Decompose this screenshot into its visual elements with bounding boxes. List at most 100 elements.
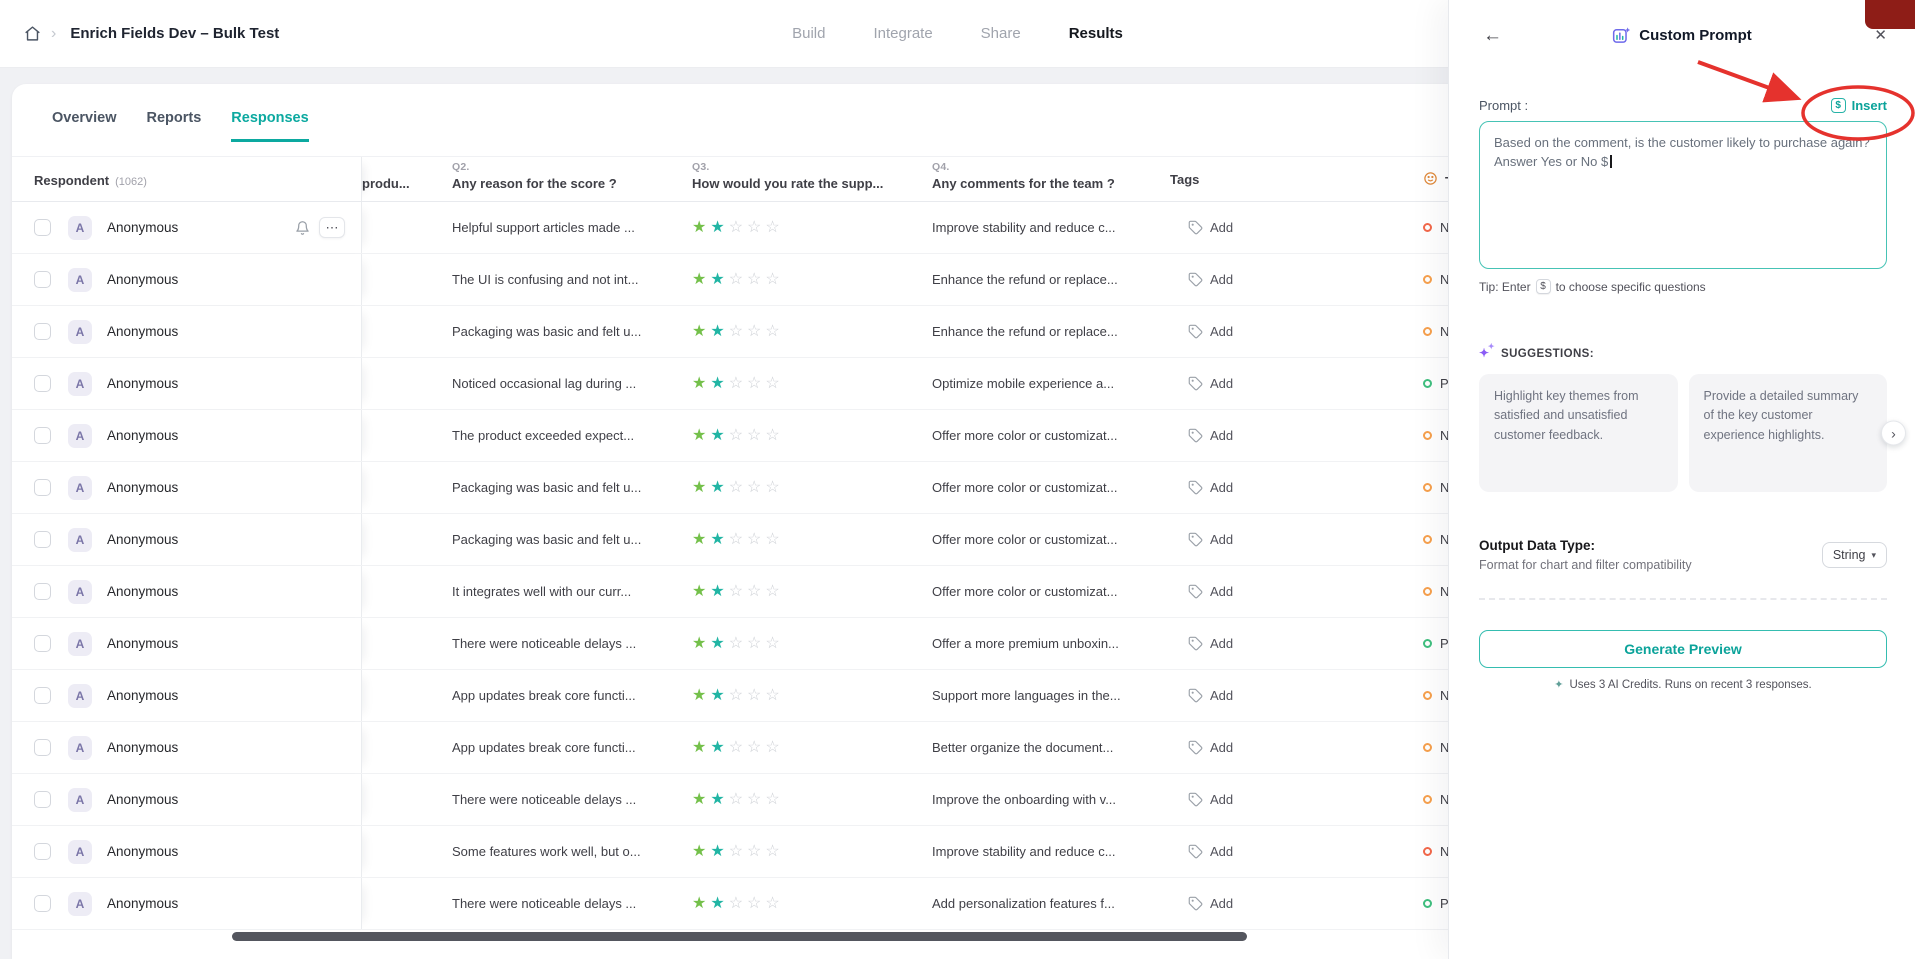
- row-checkbox[interactable]: [34, 531, 51, 548]
- table-row[interactable]: A Anonymous ⋯ There were noticeable dela…: [12, 618, 1675, 670]
- respondent-cell: A Anonymous ⋯: [12, 774, 362, 825]
- tags-cell: Add: [1170, 358, 1423, 409]
- q2-cell: App updates break core functi...: [452, 722, 692, 773]
- row-checkbox[interactable]: [34, 219, 51, 236]
- star-rating: ★★☆☆☆: [692, 272, 780, 288]
- row-checkbox[interactable]: [34, 479, 51, 496]
- insert-button[interactable]: $ Insert: [1831, 98, 1887, 113]
- q4-answer: Optimize mobile experience a...: [932, 376, 1170, 391]
- row-checkbox[interactable]: [34, 739, 51, 756]
- star-filled-icon: ★: [692, 220, 706, 236]
- row-checkbox[interactable]: [34, 843, 51, 860]
- back-arrow-icon[interactable]: ←: [1483, 26, 1502, 45]
- q3-cell: ★★☆☆☆: [692, 358, 932, 409]
- table-row[interactable]: A Anonymous ⋯ There were noticeable dela…: [12, 774, 1675, 826]
- nav-results[interactable]: Results: [1069, 25, 1123, 42]
- tab-responses[interactable]: Responses: [231, 110, 308, 142]
- more-options-button[interactable]: ⋯: [319, 217, 345, 238]
- add-tag-button[interactable]: Add: [1188, 324, 1233, 339]
- row-checkbox[interactable]: [34, 427, 51, 444]
- suggestion-card-1[interactable]: Highlight key themes from satisfied and …: [1479, 374, 1678, 492]
- star-empty-icon: ☆: [765, 428, 779, 444]
- sentiment-dot: [1423, 483, 1432, 492]
- column-header-q1-partial[interactable]: produ...: [362, 161, 452, 201]
- add-tag-button[interactable]: Add: [1188, 740, 1233, 755]
- add-tag-button[interactable]: Add: [1188, 480, 1233, 495]
- prompt-text: Based on the comment, is the customer li…: [1494, 135, 1870, 169]
- table-row[interactable]: A Anonymous ⋯ The UI is confusing and no…: [12, 254, 1675, 306]
- add-tag-button[interactable]: Add: [1188, 636, 1233, 651]
- add-tag-button[interactable]: Add: [1188, 688, 1233, 703]
- row-checkbox[interactable]: [34, 375, 51, 392]
- tags-cell: Add: [1170, 566, 1423, 617]
- respondent-name: Anonymous: [107, 532, 178, 547]
- star-empty-icon: ☆: [729, 272, 743, 288]
- table-row[interactable]: A Anonymous ⋯ The product exceeded expec…: [12, 410, 1675, 462]
- table-row[interactable]: A Anonymous ⋯ There were noticeable dela…: [12, 878, 1675, 930]
- survey-title: Enrich Fields Dev – Bulk Test: [70, 25, 279, 42]
- output-type-select[interactable]: String ▾: [1822, 542, 1887, 568]
- star-empty-icon: ☆: [765, 844, 779, 860]
- tags-cell: Add: [1170, 774, 1423, 825]
- row-checkbox[interactable]: [34, 791, 51, 808]
- row-checkbox[interactable]: [34, 323, 51, 340]
- q1-partial-cell: [362, 254, 452, 305]
- tags-cell: Add: [1170, 462, 1423, 513]
- q4-cell: Offer more color or customizat...: [932, 462, 1170, 513]
- table-row[interactable]: A Anonymous ⋯ It integrates well with ou…: [12, 566, 1675, 618]
- table-row[interactable]: A Anonymous ⋯ Noticed occasional lag dur…: [12, 358, 1675, 410]
- star-filled-icon: ★: [710, 844, 724, 860]
- table-row[interactable]: A Anonymous ⋯ App updates break core fun…: [12, 670, 1675, 722]
- table-row[interactable]: A Anonymous ⋯ App updates break core fun…: [12, 722, 1675, 774]
- star-empty-icon: ☆: [729, 532, 743, 548]
- star-empty-icon: ☆: [765, 480, 779, 496]
- nav-integrate[interactable]: Integrate: [873, 25, 932, 42]
- add-tag-button[interactable]: Add: [1188, 792, 1233, 807]
- add-tag-button[interactable]: Add: [1188, 584, 1233, 599]
- row-checkbox[interactable]: [34, 635, 51, 652]
- star-filled-icon: ★: [710, 480, 724, 496]
- row-checkbox[interactable]: [34, 583, 51, 600]
- q4-number: Q4.: [932, 161, 1170, 173]
- table-row[interactable]: A Anonymous ⋯ Some features work well, b…: [12, 826, 1675, 878]
- table-row[interactable]: A Anonymous ⋯ Packaging was basic and fe…: [12, 514, 1675, 566]
- home-icon[interactable]: [24, 25, 41, 42]
- output-type-label: Output Data Type:: [1479, 538, 1692, 553]
- suggestion-card-2[interactable]: Provide a detailed summary of the key cu…: [1689, 374, 1888, 492]
- add-tag-button[interactable]: Add: [1188, 896, 1233, 911]
- column-header-tags[interactable]: Tags: [1170, 171, 1423, 201]
- add-tag-button[interactable]: Add: [1188, 220, 1233, 235]
- breadcrumb: › Enrich Fields Dev – Bulk Test: [24, 25, 279, 43]
- sentiment-dot: [1423, 587, 1432, 596]
- table-row[interactable]: A Anonymous ⋯ Packaging was basic and fe…: [12, 306, 1675, 358]
- add-tag-button[interactable]: Add: [1188, 844, 1233, 859]
- prompt-textarea[interactable]: Based on the comment, is the customer li…: [1479, 121, 1887, 269]
- column-header-q2[interactable]: Q2. Any reason for the score ?: [452, 161, 692, 201]
- avatar: A: [68, 268, 92, 292]
- add-tag-button[interactable]: Add: [1188, 376, 1233, 391]
- table-row[interactable]: A Anonymous ⋯ Helpful support articles m…: [12, 202, 1675, 254]
- bell-icon[interactable]: [295, 220, 310, 236]
- star-empty-icon: ☆: [765, 272, 779, 288]
- tag-icon: [1188, 376, 1203, 391]
- column-header-q4[interactable]: Q4. Any comments for the team ?: [932, 161, 1170, 201]
- row-checkbox[interactable]: [34, 687, 51, 704]
- add-tag-button[interactable]: Add: [1188, 272, 1233, 287]
- column-header-q3[interactable]: Q3. How would you rate the supp...: [692, 161, 932, 201]
- tab-overview[interactable]: Overview: [52, 110, 117, 142]
- horizontal-scrollbar[interactable]: [232, 932, 1247, 941]
- tab-reports[interactable]: Reports: [147, 110, 202, 142]
- column-header-respondent[interactable]: Respondent (1062): [12, 157, 362, 201]
- row-checkbox[interactable]: [34, 895, 51, 912]
- close-icon[interactable]: ✕: [1874, 28, 1887, 43]
- nav-build[interactable]: Build: [792, 25, 825, 42]
- table-row[interactable]: A Anonymous ⋯ Packaging was basic and fe…: [12, 462, 1675, 514]
- nav-share[interactable]: Share: [981, 25, 1021, 42]
- dollar-key-icon: $: [1536, 279, 1551, 294]
- generate-preview-button[interactable]: Generate Preview: [1479, 630, 1887, 668]
- add-tag-button[interactable]: Add: [1188, 532, 1233, 547]
- star-filled-icon: ★: [710, 584, 724, 600]
- next-suggestions-button[interactable]: ›: [1881, 421, 1906, 446]
- add-tag-button[interactable]: Add: [1188, 428, 1233, 443]
- row-checkbox[interactable]: [34, 271, 51, 288]
